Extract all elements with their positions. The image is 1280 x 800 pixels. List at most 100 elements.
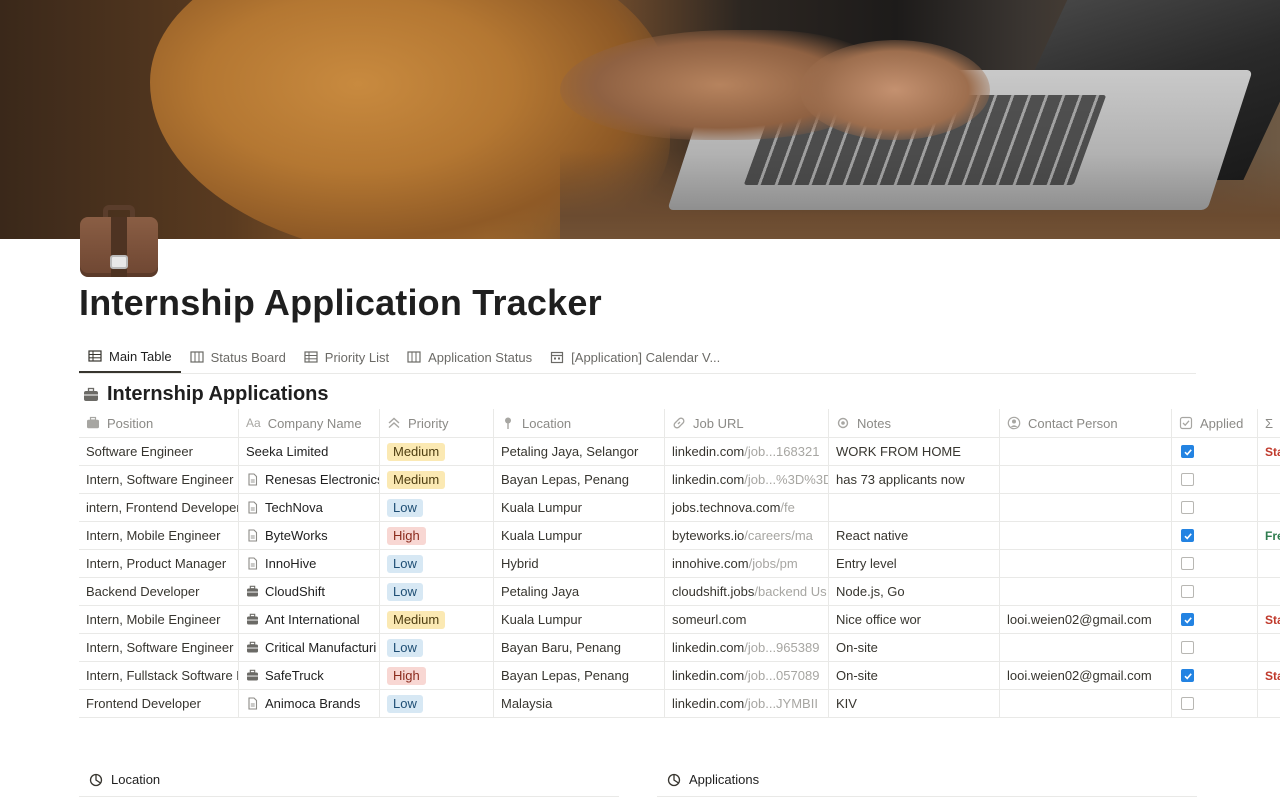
cell-priority[interactable]: Low: [380, 494, 494, 521]
cell-applied[interactable]: [1172, 438, 1258, 465]
column-header-company-name[interactable]: Aa Company Name: [239, 409, 380, 437]
cell-location[interactable]: Bayan Baru, Penang: [494, 634, 665, 661]
cell-job-url[interactable]: linkedin.com/job...168321: [665, 438, 829, 465]
url-link[interactable]: innohive.com: [672, 556, 749, 571]
column-header-position[interactable]: Position: [79, 409, 239, 437]
cell-job-url[interactable]: linkedin.com/job...%3D%3D: [665, 466, 829, 493]
cell-status[interactable]: [1258, 634, 1280, 661]
cell-notes[interactable]: On-site: [829, 662, 1000, 689]
cell-location[interactable]: Bayan Lepas, Penang: [494, 662, 665, 689]
column-header-formula[interactable]: Σ: [1258, 409, 1280, 437]
cell-status[interactable]: [1258, 466, 1280, 493]
table-row[interactable]: Intern, Mobile Engineer ByteWorks High Kual…: [79, 522, 1280, 550]
cell-job-url[interactable]: linkedin.com/job...057089: [665, 662, 829, 689]
cell-company-name[interactable]: InnoHive: [239, 550, 380, 577]
column-header-priority[interactable]: Priority: [380, 409, 494, 437]
cell-status[interactable]: Sta: [1258, 438, 1280, 465]
cell-contact-person[interactable]: [1000, 550, 1172, 577]
applied-checkbox[interactable]: [1181, 557, 1194, 570]
cell-job-url[interactable]: jobs.technova.com/fe: [665, 494, 829, 521]
cell-contact-person[interactable]: [1000, 690, 1172, 717]
cell-notes[interactable]: WORK FROM HOME: [829, 438, 1000, 465]
cell-location[interactable]: Petaling Jaya: [494, 578, 665, 605]
cell-position[interactable]: Backend Developer: [79, 578, 239, 605]
applied-checkbox[interactable]: [1181, 529, 1194, 542]
database-title[interactable]: Internship Applications: [83, 383, 329, 406]
table-row[interactable]: Frontend Developer Animoca Brands Low Malay…: [79, 690, 1280, 718]
url-link[interactable]: linkedin.com: [672, 472, 744, 487]
cell-job-url[interactable]: cloudshift.jobs/backend Us: [665, 578, 829, 605]
applied-checkbox[interactable]: [1181, 641, 1194, 654]
cell-contact-person[interactable]: [1000, 522, 1172, 549]
applied-checkbox[interactable]: [1181, 473, 1194, 486]
cell-status[interactable]: [1258, 550, 1280, 577]
cell-notes[interactable]: KIV: [829, 690, 1000, 717]
tab-application-status[interactable]: Application Status: [398, 341, 541, 373]
cell-contact-person[interactable]: [1000, 494, 1172, 521]
cell-applied[interactable]: [1172, 634, 1258, 661]
cell-location[interactable]: Petaling Jaya, Selangor: [494, 438, 665, 465]
cell-applied[interactable]: [1172, 466, 1258, 493]
cell-applied[interactable]: [1172, 578, 1258, 605]
cell-location[interactable]: Kuala Lumpur: [494, 494, 665, 521]
url-link[interactable]: jobs.technova.com: [672, 500, 780, 515]
cell-position[interactable]: Intern, Mobile Engineer: [79, 606, 239, 633]
cell-job-url[interactable]: linkedin.com/job...965389: [665, 634, 829, 661]
url-link[interactable]: linkedin.com: [672, 696, 744, 711]
chart-applications[interactable]: Applications: [657, 763, 1197, 797]
cell-priority[interactable]: Medium: [380, 606, 494, 633]
cell-company-name[interactable]: ByteWorks: [239, 522, 380, 549]
column-header-job-url[interactable]: Job URL: [665, 409, 829, 437]
cell-notes[interactable]: has 73 applicants now: [829, 466, 1000, 493]
cell-status[interactable]: Sta: [1258, 606, 1280, 633]
cell-notes[interactable]: React native: [829, 522, 1000, 549]
cell-contact-person[interactable]: [1000, 438, 1172, 465]
cell-company-name[interactable]: Animoca Brands: [239, 690, 380, 717]
tab-main-table[interactable]: Main Table: [79, 341, 181, 373]
cell-job-url[interactable]: innohive.com/jobs/pm: [665, 550, 829, 577]
cell-position[interactable]: intern, Frontend Developer: [79, 494, 239, 521]
cell-applied[interactable]: [1172, 522, 1258, 549]
cell-company-name[interactable]: Seeka Limited: [239, 438, 380, 465]
url-link[interactable]: cloudshift.jobs: [672, 584, 754, 599]
cell-applied[interactable]: [1172, 662, 1258, 689]
cell-priority[interactable]: Low: [380, 634, 494, 661]
cell-location[interactable]: Bayan Lepas, Penang: [494, 466, 665, 493]
cell-company-name[interactable]: Renesas Electronics: [239, 466, 380, 493]
cell-job-url[interactable]: linkedin.com/job...JYMBII: [665, 690, 829, 717]
table-row[interactable]: Backend Developer CloudShift Low Petaling J…: [79, 578, 1280, 606]
cell-location[interactable]: Malaysia: [494, 690, 665, 717]
tab-priority-list[interactable]: Priority List: [295, 341, 398, 373]
cell-location[interactable]: Kuala Lumpur: [494, 522, 665, 549]
column-header-applied[interactable]: Applied: [1172, 409, 1258, 437]
table-row[interactable]: Intern, Software Engineer Renesas Electro…: [79, 466, 1280, 494]
url-link[interactable]: byteworks.io: [672, 528, 744, 543]
cell-contact-person[interactable]: [1000, 578, 1172, 605]
cell-position[interactable]: Frontend Developer: [79, 690, 239, 717]
applied-checkbox[interactable]: [1181, 613, 1194, 626]
cell-notes[interactable]: On-site: [829, 634, 1000, 661]
cell-status[interactable]: Fre: [1258, 522, 1280, 549]
url-link[interactable]: linkedin.com: [672, 444, 744, 459]
table-row[interactable]: Intern, Product Manager InnoHive Low Hybrid…: [79, 550, 1280, 578]
cell-status[interactable]: [1258, 578, 1280, 605]
applied-checkbox[interactable]: [1181, 669, 1194, 682]
cell-status[interactable]: Sta: [1258, 662, 1280, 689]
cell-applied[interactable]: [1172, 690, 1258, 717]
cell-contact-person[interactable]: [1000, 634, 1172, 661]
column-header-contact-person[interactable]: Contact Person: [1000, 409, 1172, 437]
table-row[interactable]: Intern, Software Engineer Critical Manufa…: [79, 634, 1280, 662]
cell-notes[interactable]: Entry level: [829, 550, 1000, 577]
cell-applied[interactable]: [1172, 550, 1258, 577]
applied-checkbox[interactable]: [1181, 501, 1194, 514]
cell-notes[interactable]: Nice office wor: [829, 606, 1000, 633]
cell-notes[interactable]: [829, 494, 1000, 521]
applied-checkbox[interactable]: [1181, 585, 1194, 598]
cell-company-name[interactable]: Ant International: [239, 606, 380, 633]
table-row[interactable]: intern, Frontend Developer TechNova Low Kua…: [79, 494, 1280, 522]
tab-calendar-view[interactable]: [Application] Calendar V...: [541, 341, 729, 373]
applied-checkbox[interactable]: [1181, 445, 1194, 458]
cell-company-name[interactable]: Critical Manufacturi: [239, 634, 380, 661]
briefcase-icon[interactable]: [80, 205, 158, 277]
cell-contact-person[interactable]: [1000, 466, 1172, 493]
